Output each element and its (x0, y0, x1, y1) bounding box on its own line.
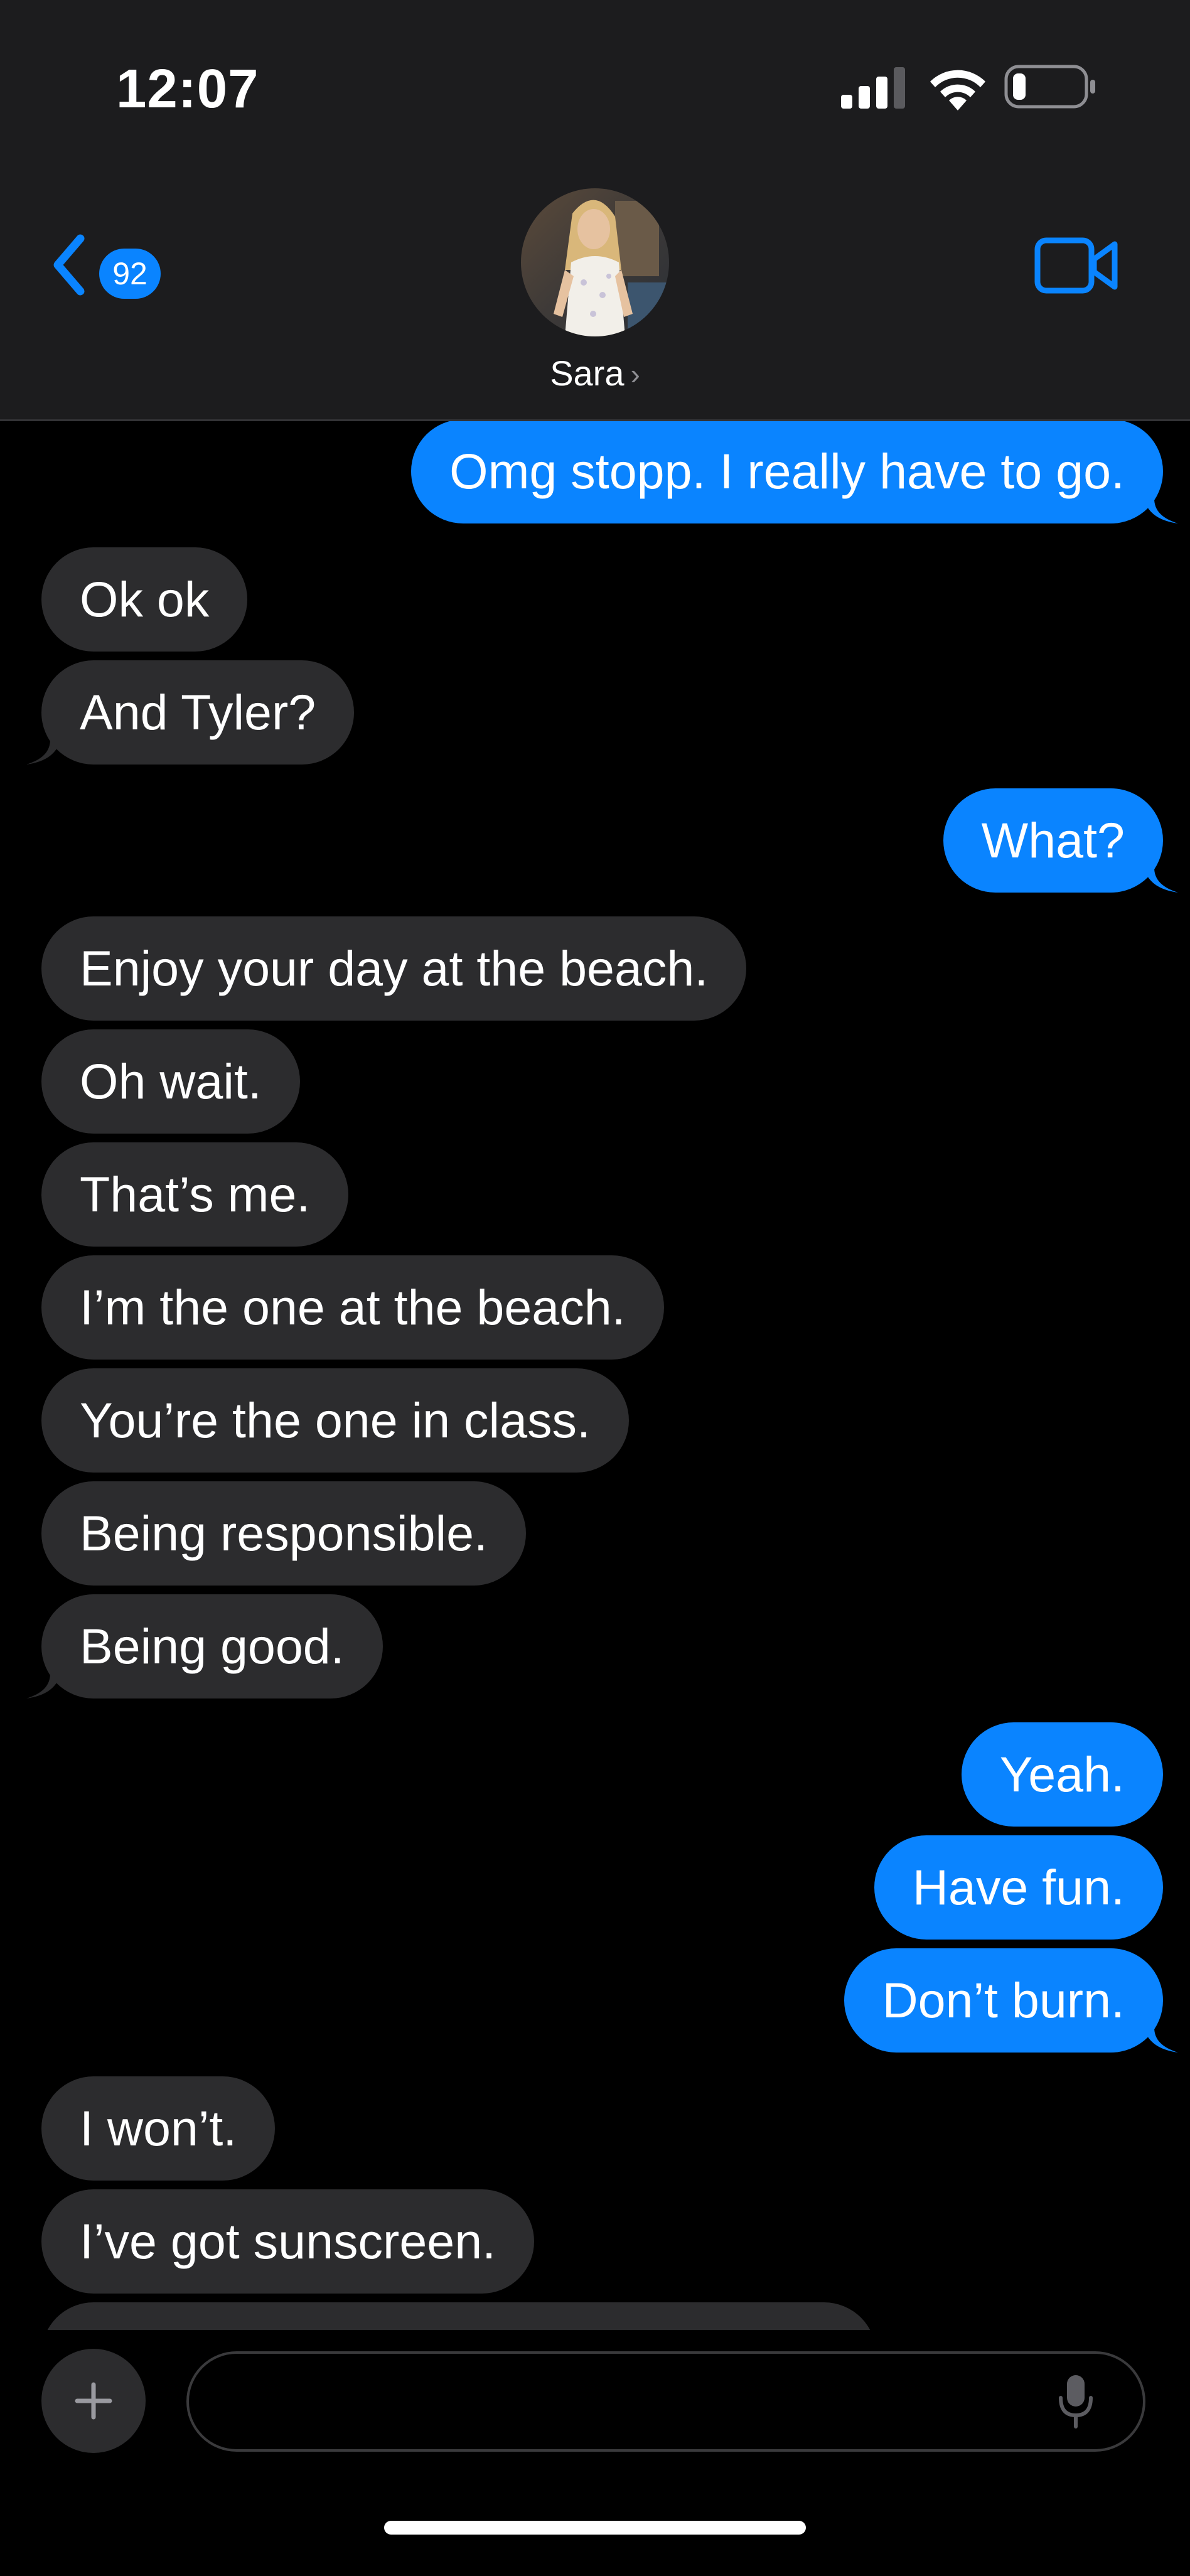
avatar-photo (521, 188, 669, 336)
message-text: I’m the one at the beach. (80, 1279, 626, 1335)
sent-message-bubble[interactable]: Yeah. (961, 1722, 1163, 1827)
bubble-tail-icon (26, 1661, 64, 1699)
received-message-bubble[interactable]: I won’t. (41, 2076, 276, 2181)
plus-icon (75, 2382, 112, 2420)
message-text: Being responsible. (80, 1505, 488, 1561)
back-button[interactable]: 92 (44, 227, 169, 306)
bubble-tail-icon (1140, 486, 1178, 523)
sent-message-bubble[interactable]: What? (943, 788, 1178, 893)
contact-name: Sara (550, 353, 624, 393)
received-message-bubble[interactable]: And Tyler? (26, 660, 355, 765)
message-composer (0, 2330, 1190, 2576)
contact-name-button[interactable]: Sara › (0, 352, 1190, 396)
sent-message-bubble[interactable]: Omg stopp. I really have to go. (411, 419, 1178, 523)
message-text: Have fun. (912, 1859, 1125, 1915)
message-text: Ok ok (80, 571, 210, 627)
message-text: Yeah. (999, 1746, 1125, 1802)
microphone-icon[interactable] (1057, 2373, 1095, 2430)
sent-message-bubble[interactable]: Have fun. (874, 1835, 1163, 1940)
received-message-bubble[interactable]: Being responsible. (41, 1481, 526, 1586)
message-text: Being good. (80, 1618, 345, 1674)
received-message-bubble[interactable]: You’re the one in class. (41, 1368, 629, 1473)
message-input[interactable] (186, 2351, 1145, 2452)
contact-avatar[interactable] (521, 188, 669, 336)
message-text: I won’t. (80, 2100, 237, 2156)
message-text: Omg stopp. I really have to go. (449, 443, 1125, 499)
received-message-bubble[interactable]: Being good. (26, 1594, 383, 1699)
add-attachment-button[interactable] (41, 2349, 146, 2453)
chevron-left-icon (53, 234, 85, 296)
home-indicator[interactable] (384, 2521, 806, 2535)
message-text: And Tyler? (80, 684, 316, 740)
received-message-bubble[interactable]: Ok ok (41, 547, 248, 652)
message-text: Don’t burn. (882, 1972, 1125, 2028)
sent-message-bubble[interactable]: Don’t burn. (844, 1948, 1178, 2053)
received-message-bubble[interactable]: Oh wait. (41, 1029, 300, 1134)
message-text: Enjoy your day at the beach. (80, 940, 709, 996)
received-message-bubble[interactable]: I’ve got sunscreen. (41, 2189, 535, 2294)
cellular-signal-icon (841, 67, 905, 109)
conversation-header: 12:07 92 Sara › (0, 0, 1190, 421)
received-message-bubble-partial[interactable] (41, 2302, 876, 2330)
message-text: Oh wait. (80, 1053, 262, 1109)
message-text: That’s me. (80, 1166, 311, 1222)
bubble-tail-icon (1140, 2015, 1178, 2053)
status-time: 12:07 (116, 58, 259, 119)
chevron-right-icon: › (630, 358, 640, 390)
message-text: You’re the one in class. (80, 1392, 591, 1448)
received-message-bubble[interactable]: I’m the one at the beach. (41, 1255, 664, 1360)
bubble-tail-icon (1140, 855, 1178, 893)
video-camera-icon[interactable] (1034, 235, 1120, 296)
unread-count-badge: 92 (99, 249, 161, 299)
message-text: What? (981, 812, 1125, 868)
wifi-icon (930, 70, 985, 110)
received-message-bubble[interactable]: That’s me. (41, 1142, 349, 1247)
bubble-tail-icon (26, 727, 64, 765)
message-text: I’ve got sunscreen. (80, 2213, 496, 2269)
received-message-bubble[interactable]: Enjoy your day at the beach. (41, 916, 747, 1021)
battery-icon (1004, 65, 1095, 109)
